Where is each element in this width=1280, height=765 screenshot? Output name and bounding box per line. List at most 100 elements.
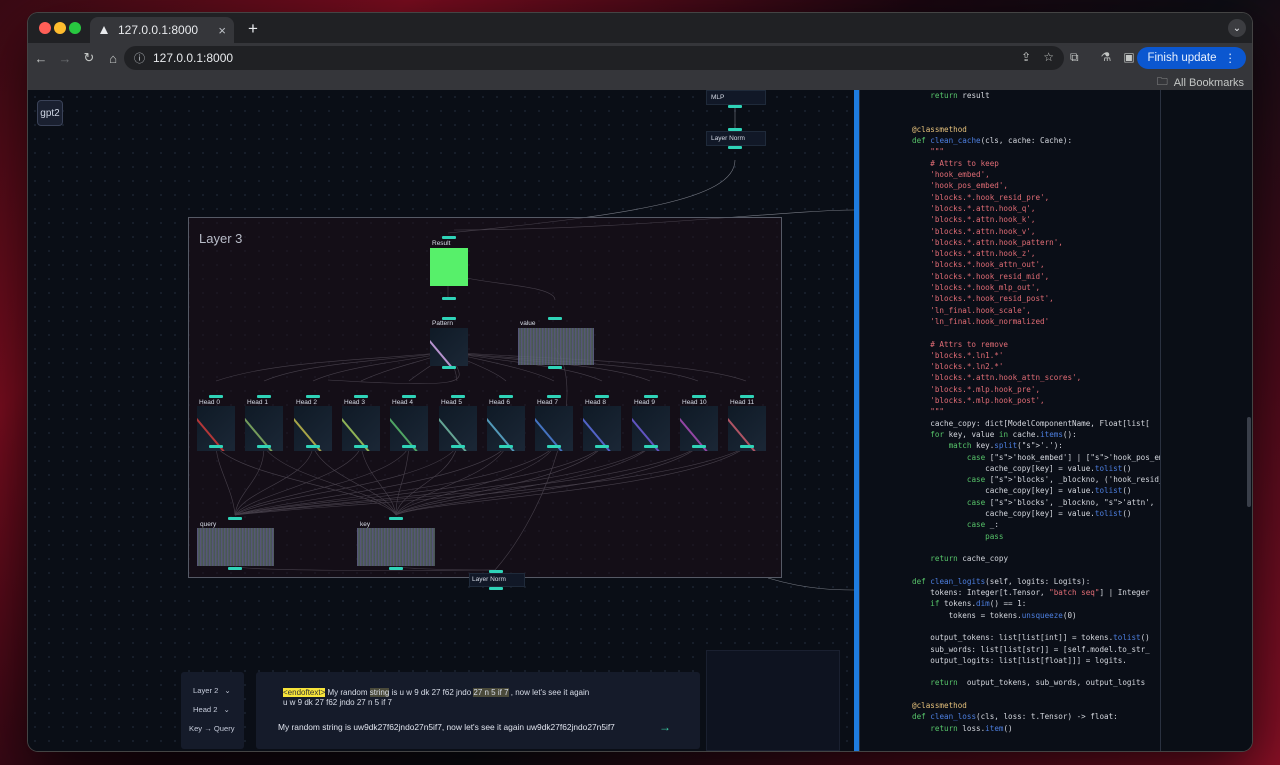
head-in-port[interactable] <box>257 395 271 398</box>
share-icon[interactable]: ⇪ <box>1021 50 1031 64</box>
head-out-port[interactable] <box>499 445 513 448</box>
back-arrow-icon[interactable]: ← <box>30 51 52 66</box>
prompt-input[interactable]: My random string is uw9dk27f62jndo27n5if… <box>278 722 615 732</box>
head-label: Head 3 <box>344 399 365 406</box>
layer-select[interactable]: Layer 2 ⌄ <box>193 686 231 695</box>
token-highlighted[interactable]: <endoftext> <box>283 688 326 697</box>
key-out-port[interactable] <box>389 567 403 570</box>
head-label: Head 8 <box>585 399 606 406</box>
pattern-out-port[interactable] <box>442 366 456 369</box>
value-label: value <box>520 320 536 327</box>
close-window-button[interactable] <box>39 22 51 34</box>
browser-toolbar: ← → ↻ ⌂ ⓘ 127.0.0.1:8000 ⇪ ☆ ⧉ ⚗ ▣ ● Fin… <box>28 43 1252 73</box>
url-text: 127.0.0.1:8000 <box>153 51 234 65</box>
query-out-port[interactable] <box>228 567 242 570</box>
layernorm-top-out-port[interactable] <box>728 146 742 149</box>
token-group[interactable]: string <box>369 688 390 697</box>
result-node[interactable] <box>430 248 468 286</box>
head-out-port[interactable] <box>451 445 465 448</box>
address-bar[interactable]: ⓘ 127.0.0.1:8000 ⇪ ☆ <box>124 46 1064 70</box>
head-select-value: Head 2 <box>193 705 218 714</box>
layernorm-top-label: Layer Norm <box>711 135 745 142</box>
maximize-window-button[interactable] <box>69 22 81 34</box>
head-label: Head 0 <box>199 399 220 406</box>
new-tab-button[interactable]: + <box>244 19 262 39</box>
head-in-port[interactable] <box>402 395 416 398</box>
tab-close-icon[interactable]: × <box>218 23 226 38</box>
head-out-port[interactable] <box>595 445 609 448</box>
side-panel-icon[interactable]: ▣ <box>1123 50 1134 65</box>
more-menu-icon[interactable]: ⋮ <box>1225 51 1237 65</box>
head-select[interactable]: Head 2 ⌄ <box>193 705 230 714</box>
value-node[interactable] <box>518 328 594 365</box>
head-in-port[interactable] <box>451 395 465 398</box>
head-in-port[interactable] <box>595 395 609 398</box>
prompt-panel: <endoftext> My random string is u w 9 dk… <box>256 672 700 749</box>
mode-toggle[interactable]: Key → Query <box>189 724 235 733</box>
value-in-port[interactable] <box>548 317 562 320</box>
head-label: Head 1 <box>247 399 268 406</box>
mode-label: Key → Query <box>189 724 235 733</box>
pattern-node[interactable] <box>430 328 468 366</box>
head-in-port[interactable] <box>354 395 368 398</box>
browser-tab[interactable]: 127.0.0.1:8000 × <box>90 17 234 43</box>
forward-arrow-icon[interactable]: → <box>54 51 76 66</box>
head-label: Head 10 <box>682 399 707 406</box>
tab-search-chevron-icon[interactable]: ⌄ <box>1228 19 1246 37</box>
home-icon[interactable]: ⌂ <box>102 51 124 66</box>
head-label: Head 9 <box>634 399 655 406</box>
head-in-port[interactable] <box>644 395 658 398</box>
minimize-window-button[interactable] <box>54 22 66 34</box>
token-group[interactable]: 27 n 5 if 7 <box>473 688 509 697</box>
head-label: Head 5 <box>441 399 462 406</box>
head-out-port[interactable] <box>402 445 416 448</box>
key-node[interactable] <box>357 528 435 566</box>
query-label: query <box>200 521 217 528</box>
code-view: return result @classmethod def clean_cac… <box>912 91 1160 733</box>
token-group[interactable]: u w 9 dk 27 f62 jndo 27 n 5 if 7 <box>283 698 392 707</box>
layernorm-bottom-out-port[interactable] <box>489 587 503 590</box>
head-in-port[interactable] <box>692 395 706 398</box>
value-out-port[interactable] <box>548 366 562 369</box>
head-out-port[interactable] <box>644 445 658 448</box>
bookmarks-bar: 🗀 All Bookmarks <box>28 73 1252 90</box>
minimap[interactable] <box>706 650 840 751</box>
head-out-port[interactable] <box>209 445 223 448</box>
mlp-out-port[interactable] <box>728 105 742 108</box>
head-in-port[interactable] <box>547 395 561 398</box>
head-in-port[interactable] <box>740 395 754 398</box>
head-in-port[interactable] <box>306 395 320 398</box>
layer-select-value: Layer 2 <box>193 686 219 695</box>
layer-chevron-down-icon: ⌄ <box>224 686 231 695</box>
query-node[interactable] <box>197 528 274 566</box>
key-in-port[interactable] <box>389 517 403 520</box>
head-in-port[interactable] <box>499 395 513 398</box>
labs-flask-icon[interactable]: ⚗ <box>1101 50 1112 65</box>
reload-icon[interactable]: ↻ <box>78 50 100 66</box>
head-in-port[interactable] <box>209 395 223 398</box>
layer-title: Layer 3 <box>199 231 243 246</box>
right-gutter <box>1161 90 1252 751</box>
query-in-port[interactable] <box>228 517 242 520</box>
head-out-port[interactable] <box>354 445 368 448</box>
head-out-port[interactable] <box>692 445 706 448</box>
head-out-port[interactable] <box>547 445 561 448</box>
head-out-port[interactable] <box>257 445 271 448</box>
token-group[interactable]: is u w 9 dk 27 f62 jndo <box>392 688 472 697</box>
head-label: Head 6 <box>489 399 510 406</box>
token-group[interactable]: My random <box>328 688 368 697</box>
head-out-port[interactable] <box>306 445 320 448</box>
head-label: Head 7 <box>537 399 558 406</box>
scrollbar-thumb[interactable] <box>1247 417 1251 507</box>
token-display: <endoftext> My random string is u w 9 dk… <box>283 688 663 708</box>
site-info-icon[interactable]: ⓘ <box>134 50 145 66</box>
token-group[interactable]: , now let's see it again <box>511 688 589 697</box>
finish-update-button[interactable]: Finish update ⋮ <box>1137 47 1246 69</box>
page-content: gpt2 MLP Layer Norm Layer 3 Result Patte… <box>28 90 1252 751</box>
result-in-port[interactable] <box>442 236 456 239</box>
bookmark-star-icon[interactable]: ☆ <box>1043 50 1054 64</box>
extensions-puzzle-icon[interactable]: ⧉ <box>1070 50 1079 65</box>
head-out-port[interactable] <box>740 445 754 448</box>
result-out-port[interactable] <box>442 297 456 300</box>
submit-arrow-icon[interactable]: → <box>659 720 671 734</box>
